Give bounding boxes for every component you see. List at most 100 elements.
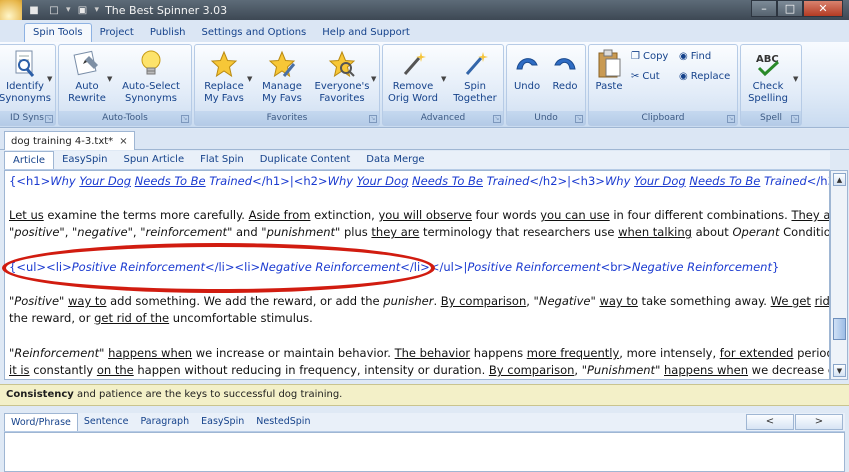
auto-rewrite-label: Auto Rewrite xyxy=(68,81,106,104)
maximize-button[interactable]: □ xyxy=(777,0,803,17)
editor-line-3: "positive", "negative", "reinforcement" … xyxy=(9,225,829,239)
cut-label: Cut xyxy=(642,71,660,82)
editor-line-7: "Reinforcement" happens when we increase… xyxy=(9,346,829,360)
tab-settings-and-options[interactable]: Settings and Options xyxy=(194,24,315,42)
copy-icon: ❐ xyxy=(631,51,640,62)
auto-rewrite-icon xyxy=(72,49,102,79)
remove-orig-dropdown-icon[interactable]: ▼ xyxy=(441,75,446,83)
spin-together-label: Spin Together xyxy=(453,81,497,104)
group-undo: Undo Redo Undo ↘ xyxy=(506,44,586,126)
minimize-button[interactable]: – xyxy=(751,0,777,17)
document-tab[interactable]: dog training 4-3.txt* × xyxy=(4,131,135,150)
auto-select-synonyms-label: Auto-Select Synonyms xyxy=(122,81,180,104)
replace-label: Replace xyxy=(690,71,731,82)
auto-tools-launcher-icon[interactable]: ↘ xyxy=(181,115,189,123)
check-spelling-button[interactable]: ABC Check Spelling xyxy=(743,49,793,105)
ribbon: Identify Synonyms ▼ ID Syns ↘ Auto Rewri… xyxy=(0,42,849,128)
close-button[interactable]: ✕ xyxy=(803,0,843,17)
replace-my-favs-button[interactable]: Replace My Favs xyxy=(199,49,249,105)
title-bar: ■ □ ▾ ▣ ▾ The Best Spinner 3.03 – □ ✕ xyxy=(0,0,849,20)
tab-project[interactable]: Project xyxy=(92,24,142,42)
magic-wand-icon xyxy=(398,49,428,79)
tab-spin-tools[interactable]: Spin Tools xyxy=(24,23,92,42)
star-icon xyxy=(209,49,239,79)
tab-word-phrase[interactable]: Word/Phrase xyxy=(4,413,78,431)
spell-launcher-icon[interactable]: ↘ xyxy=(791,115,799,123)
cut-button[interactable]: ✂ Cut xyxy=(631,71,660,82)
next-button[interactable]: > xyxy=(795,414,843,430)
customize-qat-icon[interactable]: ▾ xyxy=(95,5,100,15)
favorites-launcher-icon[interactable]: ↘ xyxy=(369,115,377,123)
tab-spun-article[interactable]: Spun Article xyxy=(115,151,192,169)
group-spell: ABC Check Spelling ▼ Spell ↘ xyxy=(740,44,802,126)
everyones-favorites-button[interactable]: Everyone's Favorites xyxy=(313,49,371,105)
group-advanced: Remove Orig Word ▼ Spin Together Advance… xyxy=(382,44,504,126)
id-syns-launcher-icon[interactable]: ↘ xyxy=(45,115,53,123)
remove-orig-word-label: Remove Orig Word xyxy=(388,81,438,104)
scroll-up-icon[interactable]: ▲ xyxy=(833,173,846,186)
editor-scrollbar[interactable]: ▲ ▼ xyxy=(830,170,848,380)
group-label-advanced: Advanced xyxy=(383,111,503,125)
group-label-clipboard: Clipboard xyxy=(589,111,737,125)
editor-line-5: "Positive" way to add something. We add … xyxy=(9,294,830,308)
binoculars-icon: ◉ xyxy=(679,51,688,62)
replace-my-favs-label: Replace My Favs xyxy=(204,81,244,104)
group-id-syns: Identify Synonyms ▼ ID Syns ↘ xyxy=(0,44,56,126)
copy-label: Copy xyxy=(642,51,669,62)
group-label-undo: Undo xyxy=(507,111,585,125)
group-label-favorites: Favorites xyxy=(195,111,379,125)
tab-easyspin[interactable]: EasySpin xyxy=(54,151,115,169)
tip-bar: Consistency and patience are the keys to… xyxy=(0,384,849,406)
everyones-favs-dropdown-icon[interactable]: ▼ xyxy=(371,75,376,83)
group-label-auto-tools: Auto-Tools xyxy=(59,111,191,125)
undo-launcher-icon[interactable]: ↘ xyxy=(575,115,583,123)
tab-data-merge[interactable]: Data Merge xyxy=(358,151,432,169)
tab-sentence[interactable]: Sentence xyxy=(78,413,135,431)
auto-select-synonyms-button[interactable]: Auto-Select Synonyms xyxy=(117,49,185,105)
previous-button[interactable]: < xyxy=(746,414,794,430)
spin-together-button[interactable]: Spin Together xyxy=(451,49,499,105)
spelling-dropdown-icon[interactable]: ▼ xyxy=(793,75,798,83)
tab-help-and-support[interactable]: Help and Support xyxy=(314,24,418,42)
close-document-icon[interactable]: × xyxy=(119,136,127,147)
replace-favs-dropdown-icon[interactable]: ▼ xyxy=(247,75,252,83)
save-icon[interactable]: ▣ xyxy=(75,3,91,17)
tab-nestedspin[interactable]: NestedSpin xyxy=(250,413,316,431)
scissors-icon: ✂ xyxy=(631,71,640,82)
everyones-favorites-label: Everyone's Favorites xyxy=(314,81,370,104)
find-button[interactable]: ◉ Find xyxy=(679,51,711,62)
tab-bottom-easyspin[interactable]: EasySpin xyxy=(195,413,250,431)
tab-paragraph[interactable]: Paragraph xyxy=(134,413,195,431)
synonym-panel-body[interactable] xyxy=(4,432,845,472)
identify-dropdown-icon[interactable]: ▼ xyxy=(47,75,52,83)
article-editor[interactable]: {<h1>Why Your Dog Needs To Be Trained</h… xyxy=(4,170,830,380)
new-document-icon[interactable]: □ xyxy=(46,3,62,17)
magnifier-document-icon xyxy=(10,49,40,79)
scrollbar-thumb[interactable] xyxy=(833,318,846,340)
group-favorites: Replace My Favs ▼ Manage My Favs Everyon… xyxy=(194,44,380,126)
clipboard-launcher-icon[interactable]: ↘ xyxy=(727,115,735,123)
clipboard-icon xyxy=(594,49,624,79)
tab-flat-spin[interactable]: Flat Spin xyxy=(192,151,252,169)
synonym-panel-tabs: Word/Phrase Sentence Paragraph EasySpin … xyxy=(4,413,845,432)
manage-my-favs-button[interactable]: Manage My Favs xyxy=(257,49,307,105)
paste-button[interactable]: Paste xyxy=(591,49,627,93)
group-auto-tools: Auto Rewrite ▼ Auto-Select Synonyms Auto… xyxy=(58,44,192,126)
replace-button[interactable]: ◉ Replace xyxy=(679,71,730,82)
tab-article[interactable]: Article xyxy=(4,151,55,169)
manage-my-favs-label: Manage My Favs xyxy=(262,81,302,104)
remove-orig-word-button[interactable]: Remove Orig Word xyxy=(385,49,441,105)
window-title: The Best Spinner 3.03 xyxy=(105,3,228,17)
undo-button[interactable]: Undo xyxy=(511,49,543,93)
auto-rewrite-dropdown-icon[interactable]: ▼ xyxy=(107,75,112,83)
scroll-down-icon[interactable]: ▼ xyxy=(833,364,846,377)
redo-button[interactable]: Redo xyxy=(549,49,581,93)
spell-check-icon: ABC xyxy=(753,49,783,79)
copy-button[interactable]: ❐ Copy xyxy=(631,51,668,62)
tab-duplicate-content[interactable]: Duplicate Content xyxy=(252,151,359,169)
auto-rewrite-button[interactable]: Auto Rewrite xyxy=(65,49,109,105)
open-folder-icon[interactable]: ■ xyxy=(26,3,42,17)
tab-publish[interactable]: Publish xyxy=(142,24,194,42)
advanced-launcher-icon[interactable]: ↘ xyxy=(493,115,501,123)
qat-dropdown-icon[interactable]: ▾ xyxy=(66,5,71,15)
